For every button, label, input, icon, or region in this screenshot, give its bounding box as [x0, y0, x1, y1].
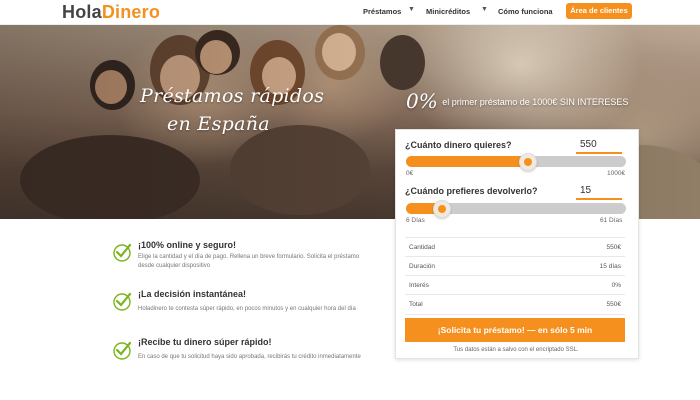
- chevron-down-icon[interactable]: ▼: [408, 6, 415, 13]
- summary-label: Duración: [409, 263, 436, 270]
- slider-handle-dot: [438, 205, 446, 213]
- hero-title-line1: Préstamos rápidos: [140, 85, 325, 107]
- top-navigation-bar: HolaDinero Préstamos ▼ Minicréditos ▼ Có…: [0, 0, 700, 25]
- summary-row: Total 550€: [405, 294, 625, 315]
- feature-text: En caso de que tu solicitud haya sido ap…: [138, 354, 361, 360]
- checkmark-icon: [113, 341, 132, 360]
- nav-como-funciona[interactable]: Cómo funciona: [498, 7, 553, 16]
- amount-min-label: 0€: [406, 170, 414, 177]
- feature-title: ¡La decisión instantánea!: [138, 289, 247, 299]
- apply-loan-button[interactable]: ¡Solicita tu préstamo! — en sólo 5 min: [405, 318, 625, 342]
- ssl-note: Tus datos están a salvo con el encriptad…: [453, 347, 579, 353]
- summary-row: Cantidad 550€: [405, 237, 625, 257]
- nav-minicreditos[interactable]: Minicréditos: [426, 7, 470, 16]
- hero-title-line2: en España: [167, 113, 270, 135]
- summary-label: Cantidad: [409, 244, 436, 251]
- summary-value: 550€: [606, 301, 621, 308]
- feature-text: Elige la cantidad y el día de pago. Rell…: [138, 254, 360, 269]
- client-area-button[interactable]: Área de clientes: [566, 3, 632, 19]
- logo-text-dinero: Dinero: [101, 2, 161, 22]
- summary-row: Duración 15 días: [405, 256, 625, 276]
- days-input[interactable]: 15: [576, 184, 622, 200]
- amount-max-label: 1000€: [607, 170, 626, 177]
- days-slider-handle[interactable]: [433, 200, 451, 218]
- summary-label: Total: [409, 301, 423, 308]
- amount-slider-handle[interactable]: [519, 153, 537, 171]
- amount-slider-fill: [406, 156, 527, 167]
- promo-banner: 0% el primer préstamo de 1000€ SIN INTER…: [406, 89, 628, 113]
- holadinero-logo[interactable]: HolaDinero: [62, 2, 160, 23]
- summary-value: 0%: [611, 282, 621, 289]
- feature-title: ¡100% online y seguro!: [138, 240, 237, 250]
- checkmark-icon: [113, 243, 132, 262]
- summary-value: 550€: [606, 244, 621, 251]
- slider-handle-dot: [524, 158, 532, 166]
- promo-text: el primer préstamo de 1000€ SIN INTERESE…: [442, 97, 629, 107]
- amount-slider-track[interactable]: [406, 156, 626, 167]
- checkmark-icon: [113, 292, 132, 311]
- summary-value: 15 días: [599, 263, 621, 270]
- feature-text: Holadinero te contesta súper rápido, en …: [138, 306, 356, 312]
- summary-label: Interés: [409, 282, 429, 289]
- amount-input[interactable]: 550: [576, 138, 622, 154]
- promo-percent: 0%: [406, 89, 438, 113]
- days-max-label: 61 Días: [600, 217, 623, 224]
- feature-title: ¡Recibe tu dinero súper rápido!: [138, 337, 272, 347]
- amount-question: ¿Cuánto dinero quieres?: [405, 140, 512, 150]
- chevron-down-icon[interactable]: ▼: [481, 6, 488, 13]
- summary-row: Interés 0%: [405, 275, 625, 295]
- logo-text-hola: Hola: [62, 2, 102, 22]
- days-min-label: 6 Días: [406, 217, 425, 224]
- nav-prestamos[interactable]: Préstamos: [363, 7, 401, 16]
- days-question: ¿Cuándo prefieres devolverlo?: [405, 186, 538, 196]
